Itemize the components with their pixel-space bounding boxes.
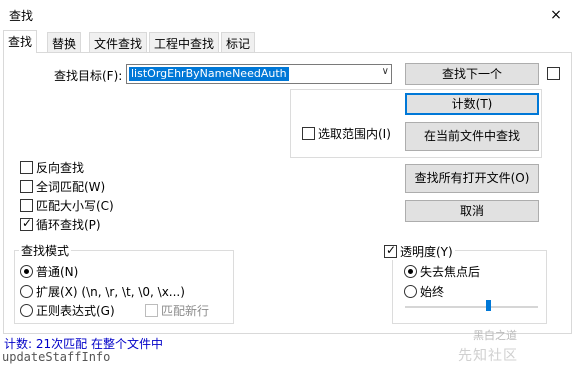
find-next-button[interactable]: 查找下一个: [405, 63, 539, 85]
tab-find-in-project[interactable]: 工程中查找: [149, 32, 220, 52]
mode-extended-label: 扩展(X) (\n, \r, \t, \0, \x...): [36, 285, 185, 299]
find-in-current-button[interactable]: 在当前文件中查找: [405, 122, 539, 151]
match-newline-checkbox: [145, 304, 158, 317]
wrap-around-checkbox[interactable]: [20, 216, 33, 231]
tab-strip: 查找 替换 文件查找 工程中查找 标记: [0, 30, 575, 53]
tab-replace[interactable]: 替换: [47, 32, 82, 52]
reverse-checkbox[interactable]: [20, 161, 33, 174]
selection-scope-option[interactable]: 选取范围内(I): [302, 125, 391, 142]
selection-scope-label: 选取范围内(I): [318, 127, 391, 141]
mode-regex-radio[interactable]: [20, 304, 33, 317]
cancel-button[interactable]: 取消: [405, 200, 539, 222]
extra-checkbox[interactable]: [547, 67, 560, 80]
reverse-label: 反向查找: [36, 161, 85, 175]
transparency-slider-track[interactable]: [405, 306, 538, 308]
match-case-label: 匹配大小写(C): [36, 199, 114, 213]
transparency-on-blur[interactable]: 失去焦点后: [404, 263, 480, 280]
match-newline-label: 匹配新行: [161, 304, 210, 318]
mode-extended[interactable]: 扩展(X) (\n, \r, \t, \0, \x...): [20, 283, 185, 300]
wrap-around-label: 循环查找(P): [36, 218, 101, 232]
chevron-down-icon[interactable]: ∨: [382, 66, 389, 77]
mode-regex-label: 正则表达式(G): [36, 304, 115, 318]
selection-scope-checkbox[interactable]: [302, 127, 315, 140]
tab-find-in-files[interactable]: 文件查找: [89, 32, 148, 52]
watermark-line1: 黑白之道: [473, 329, 517, 342]
watermark-line2: 先知社区: [458, 348, 518, 364]
always-label: 始终: [420, 285, 445, 299]
match-newline-option: 匹配新行: [145, 302, 209, 319]
find-target-label: 查找目标(F):: [54, 69, 123, 83]
transparency-slider-thumb[interactable]: [486, 300, 491, 311]
mode-normal[interactable]: 普通(N): [20, 263, 78, 280]
option-match-case[interactable]: 匹配大小写(C): [20, 197, 114, 214]
mode-normal-label: 普通(N): [36, 265, 79, 279]
find-target-value[interactable]: listOrgEhrByNameNeedAuth: [129, 67, 289, 81]
close-icon[interactable]: ×: [545, 5, 567, 25]
mode-extended-radio[interactable]: [20, 285, 33, 298]
option-reverse[interactable]: 反向查找: [20, 159, 84, 176]
whole-word-label: 全词匹配(W): [36, 180, 106, 194]
window-title: 查找: [9, 9, 34, 23]
option-whole-word[interactable]: 全词匹配(W): [20, 178, 105, 195]
title-bar: 查找 ×: [0, 0, 575, 30]
transparency-always[interactable]: 始终: [404, 283, 444, 300]
transparency-label: 透明度(Y): [400, 245, 453, 259]
match-case-checkbox[interactable]: [20, 199, 33, 212]
on-blur-label: 失去焦点后: [420, 265, 481, 279]
always-radio[interactable]: [404, 285, 417, 298]
search-mode-title: 查找模式: [19, 242, 72, 259]
transparency-toggle[interactable]: 透明度(Y): [382, 243, 455, 260]
mode-normal-radio[interactable]: [20, 265, 33, 278]
tab-find[interactable]: 查找: [3, 30, 38, 53]
mode-regex[interactable]: 正则表达式(G): [20, 302, 115, 319]
whole-word-checkbox[interactable]: [20, 180, 33, 193]
find-target-combobox[interactable]: listOrgEhrByNameNeedAuth ∨: [126, 64, 392, 84]
find-in-all-open-button[interactable]: 查找所有打开文件(O): [405, 164, 539, 193]
tab-mark[interactable]: 标记: [221, 32, 256, 52]
count-button[interactable]: 计数(T): [405, 93, 539, 115]
on-blur-radio[interactable]: [404, 265, 417, 278]
option-wrap-around[interactable]: 循环查找(P): [20, 216, 101, 233]
transparency-checkbox[interactable]: [384, 243, 397, 258]
